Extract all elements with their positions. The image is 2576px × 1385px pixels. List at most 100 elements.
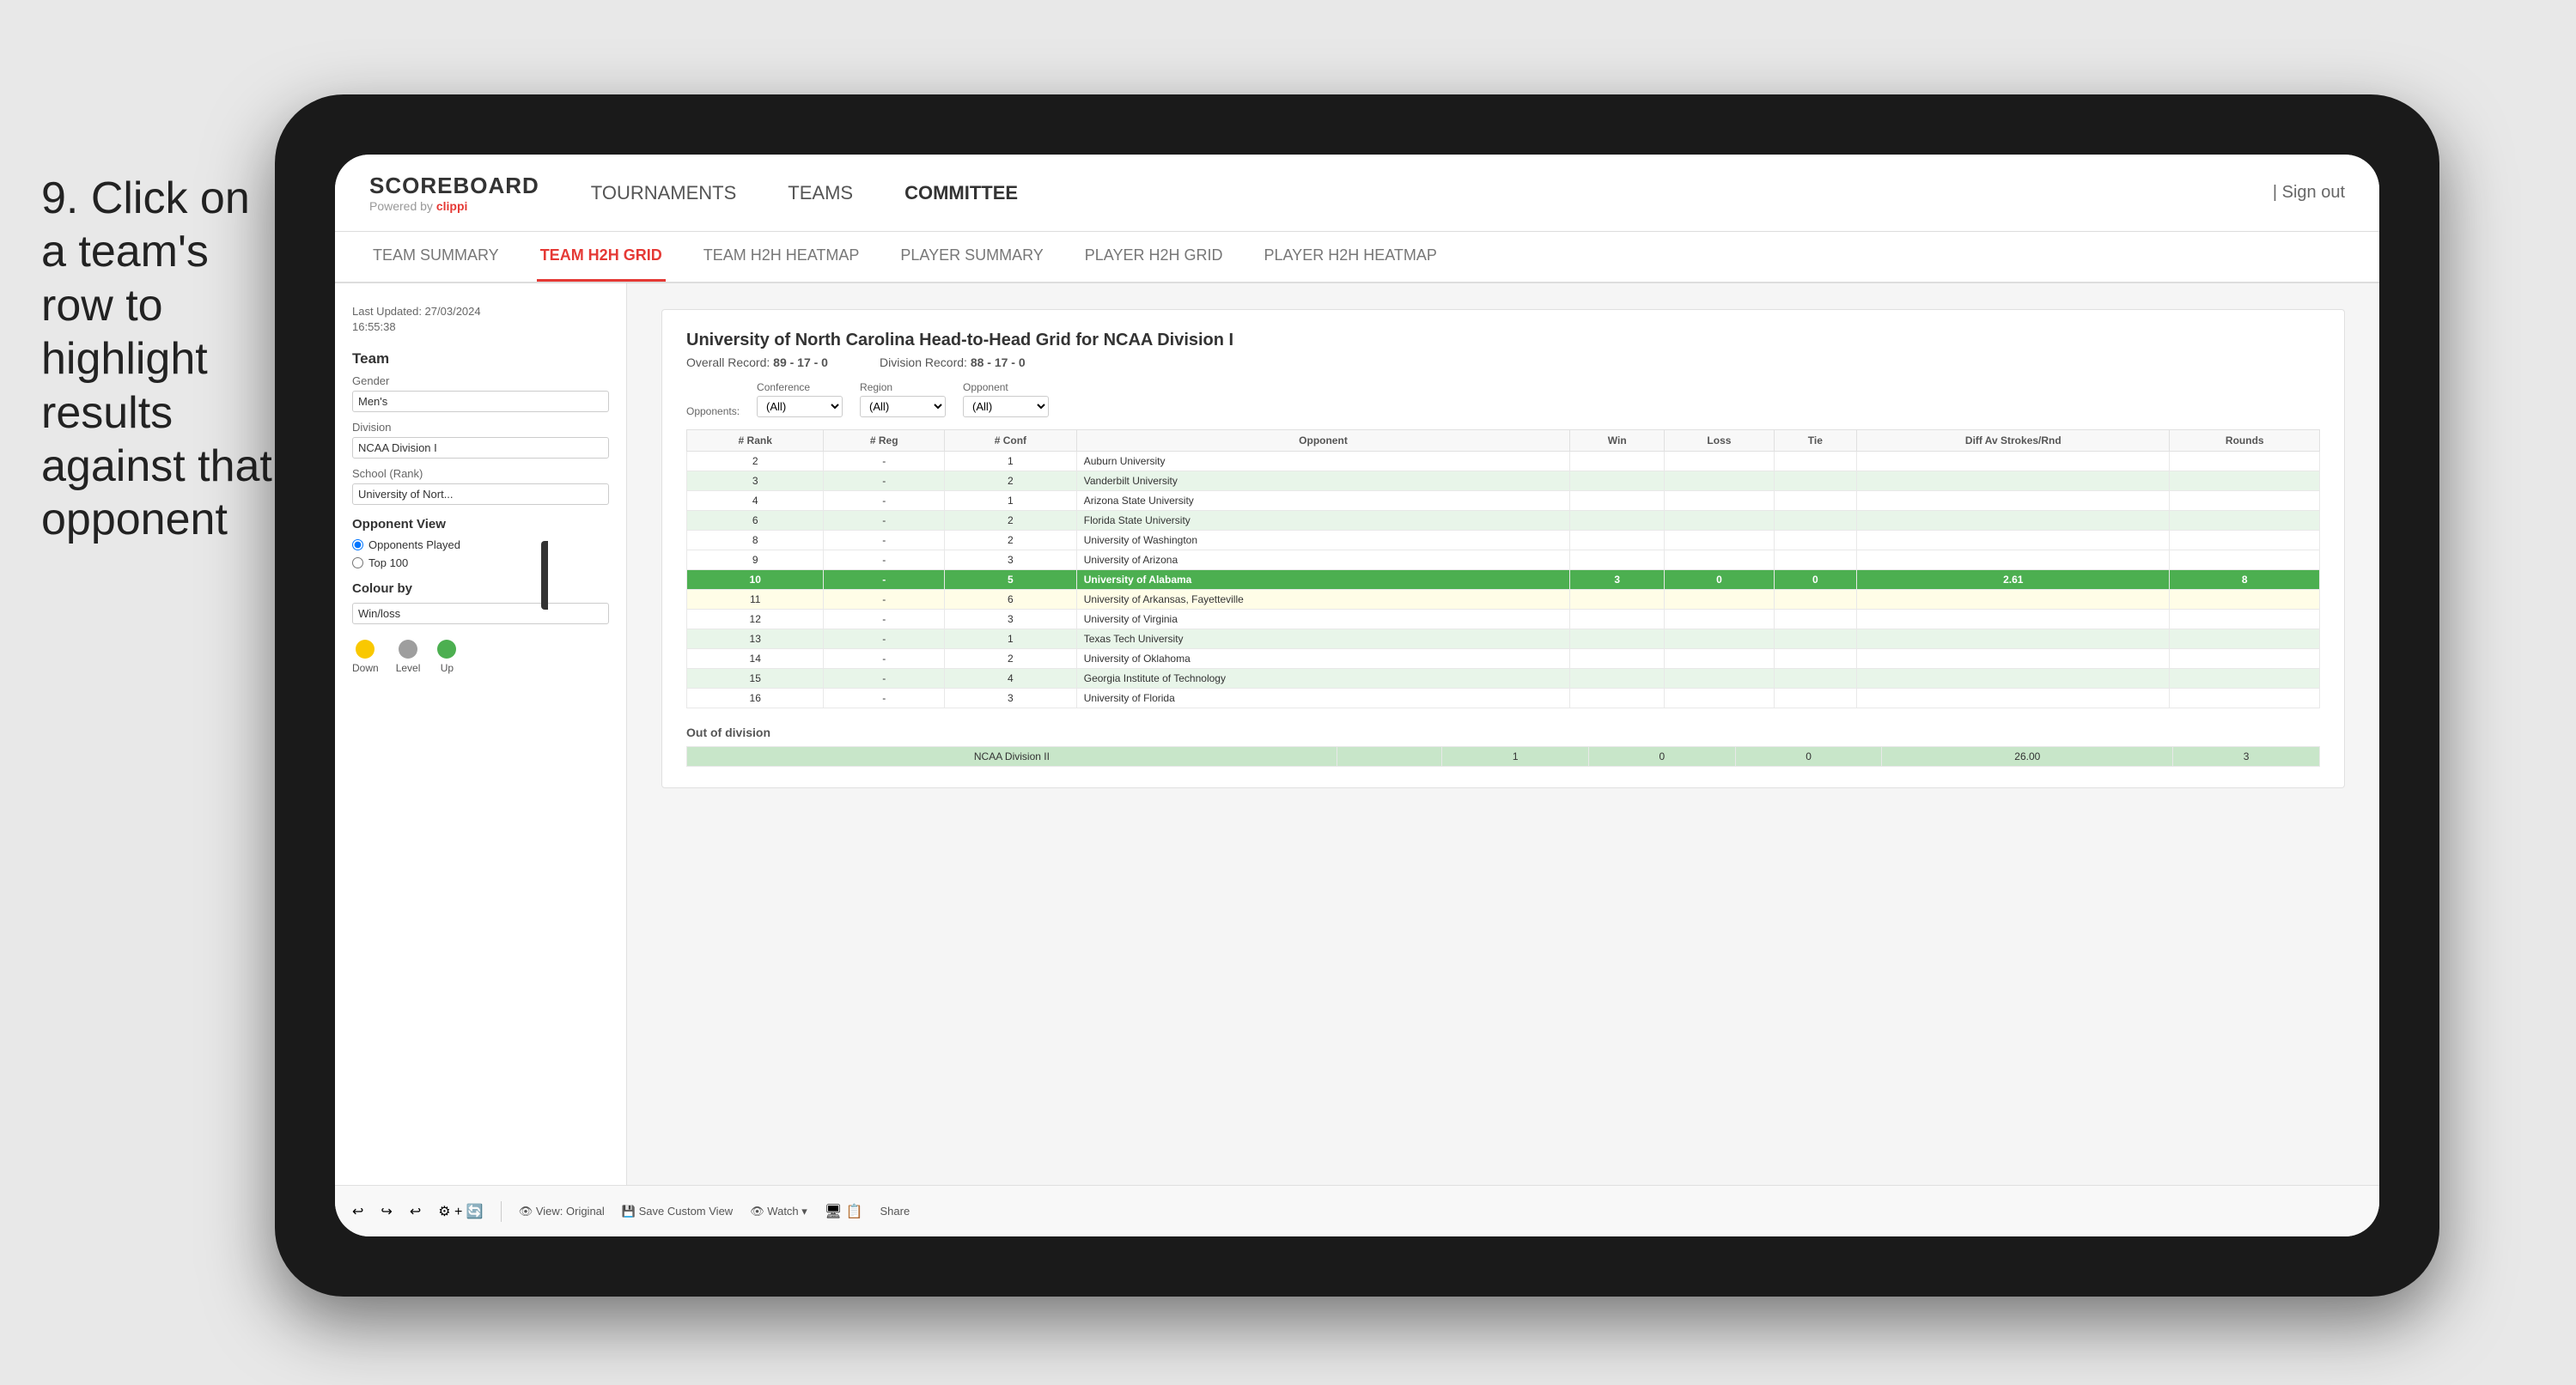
nav-sign-out[interactable]: | Sign out: [2273, 183, 2345, 203]
toolbar-view-original[interactable]: 👁 View: Original: [519, 1205, 605, 1218]
nav-teams[interactable]: TEAMS: [788, 182, 853, 204]
opponent-select[interactable]: (All): [963, 396, 1049, 417]
cell-loss: [1665, 669, 1774, 689]
cell-diff: [1857, 669, 2170, 689]
cell-rounds: [2170, 610, 2320, 629]
toolbar-undo[interactable]: ↩: [352, 1203, 363, 1220]
col-conf: # Conf: [945, 430, 1077, 452]
tablet-screen: SCOREBOARD Powered by clippi TOURNAMENTS…: [335, 155, 2379, 1236]
cell-loss: [1665, 452, 1774, 471]
cell-win: 3: [1570, 570, 1665, 590]
cell-opponent: Arizona State University: [1076, 491, 1570, 511]
bottom-toolbar: ↩ ↪ ↩ ⚙ + 🔄 👁 View: Original 💾 Save Cust…: [335, 1185, 2379, 1236]
col-diff: Diff Av Strokes/Rnd: [1857, 430, 2170, 452]
cell-opponent: Georgia Institute of Technology: [1076, 669, 1570, 689]
table-row[interactable]: 6 - 2 Florida State University: [687, 511, 2320, 531]
cell-diff: [1857, 491, 2170, 511]
team-section-title: Team: [352, 350, 609, 368]
tab-player-h2h-heatmap[interactable]: PLAYER H2H HEATMAP: [1261, 232, 1440, 282]
cell-conf: 2: [945, 471, 1077, 491]
table-row[interactable]: 2 - 1 Auburn University: [687, 452, 2320, 471]
toolbar-watch[interactable]: 👁 Watch ▾: [750, 1205, 807, 1218]
cell-win: [1570, 531, 1665, 550]
cell-conf: 3: [945, 689, 1077, 708]
logo-clippi: clippi: [436, 199, 468, 213]
out-of-div-row[interactable]: NCAA Division II 1 0 0 26.00 3: [687, 747, 2320, 767]
legend-dot-up: [437, 640, 456, 659]
conference-select[interactable]: (All): [757, 396, 843, 417]
tab-team-h2h-heatmap[interactable]: TEAM H2H HEATMAP: [700, 232, 863, 282]
cell-conf: 3: [945, 550, 1077, 570]
cell-rank: 3: [687, 471, 824, 491]
cell-diff: [1857, 610, 2170, 629]
tab-team-h2h-grid[interactable]: TEAM H2H GRID: [537, 232, 666, 282]
logo-scoreboard: SCOREBOARD: [369, 173, 539, 199]
opponents-label: Opponents:: [686, 405, 740, 417]
cell-reg: -: [824, 491, 945, 511]
cell-diff: [1857, 689, 2170, 708]
cell-rounds: [2170, 669, 2320, 689]
table-row[interactable]: 13 - 1 Texas Tech University: [687, 629, 2320, 649]
cell-reg: -: [824, 531, 945, 550]
cell-reg: -: [824, 610, 945, 629]
table-row[interactable]: 10 - 5 University of Alabama 3 0 0 2.61 …: [687, 570, 2320, 590]
cell-rounds: [2170, 550, 2320, 570]
toolbar-save-custom[interactable]: 💾 Save Custom View: [622, 1205, 733, 1218]
tab-player-h2h-grid[interactable]: PLAYER H2H GRID: [1081, 232, 1227, 282]
colour-by-title: Colour by: [352, 581, 609, 596]
cell-win: [1570, 452, 1665, 471]
cell-loss: [1665, 590, 1774, 610]
cell-opponent: University of Virginia: [1076, 610, 1570, 629]
table-row[interactable]: 14 - 2 University of Oklahoma: [687, 649, 2320, 669]
logo-powered: Powered by clippi: [369, 199, 539, 213]
cell-reg: -: [824, 570, 945, 590]
table-row[interactable]: 11 - 6 University of Arkansas, Fayettevi…: [687, 590, 2320, 610]
radio-top-100[interactable]: Top 100: [352, 556, 609, 569]
cell-reg: -: [824, 590, 945, 610]
cell-rank: 15: [687, 669, 824, 689]
scoreboard-title: University of North Carolina Head-to-Hea…: [686, 331, 2320, 350]
cell-opponent: Florida State University: [1076, 511, 1570, 531]
toolbar-undo2[interactable]: ↩: [410, 1203, 421, 1220]
cell-reg: -: [824, 649, 945, 669]
table-row[interactable]: 9 - 3 University of Arizona: [687, 550, 2320, 570]
col-reg: # Reg: [824, 430, 945, 452]
table-row[interactable]: 3 - 2 Vanderbilt University: [687, 471, 2320, 491]
toolbar-redo[interactable]: ↪: [381, 1203, 392, 1220]
cell-win: [1570, 491, 1665, 511]
nav-tournaments[interactable]: TOURNAMENTS: [591, 182, 737, 204]
cell-opponent: Texas Tech University: [1076, 629, 1570, 649]
col-tie: Tie: [1774, 430, 1857, 452]
cell-reg: -: [824, 550, 945, 570]
table-row[interactable]: 8 - 2 University of Washington: [687, 531, 2320, 550]
toolbar-share[interactable]: Share: [880, 1205, 910, 1218]
radio-opponents-played[interactable]: Opponents Played: [352, 538, 609, 551]
cell-rounds: [2170, 511, 2320, 531]
colour-by-select[interactable]: Win/loss: [352, 603, 609, 624]
table-row[interactable]: 16 - 3 University of Florida: [687, 689, 2320, 708]
instruction-text: 9. Click on a team's row to highlight re…: [41, 172, 282, 547]
out-div-empty: [1337, 747, 1441, 767]
cell-win: [1570, 590, 1665, 610]
cell-reg: -: [824, 511, 945, 531]
cell-win: [1570, 669, 1665, 689]
division-select[interactable]: NCAA Division I: [352, 437, 609, 459]
table-row[interactable]: 12 - 3 University of Virginia: [687, 610, 2320, 629]
cell-diff: [1857, 590, 2170, 610]
cell-reg: -: [824, 629, 945, 649]
cell-loss: [1665, 471, 1774, 491]
school-box[interactable]: University of Nort...: [352, 483, 609, 505]
table-row[interactable]: 15 - 4 Georgia Institute of Technology: [687, 669, 2320, 689]
tab-player-summary[interactable]: PLAYER SUMMARY: [897, 232, 1046, 282]
table-row[interactable]: 4 - 1 Arizona State University: [687, 491, 2320, 511]
cell-rounds: [2170, 471, 2320, 491]
nav-committee[interactable]: COMMITTEE: [904, 182, 1018, 204]
gender-select[interactable]: Men's: [352, 391, 609, 412]
cell-rounds: [2170, 649, 2320, 669]
tab-team-summary[interactable]: TEAM SUMMARY: [369, 232, 502, 282]
region-select[interactable]: (All): [860, 396, 946, 417]
cell-rank: 9: [687, 550, 824, 570]
cell-reg: -: [824, 471, 945, 491]
cell-rank: 10: [687, 570, 824, 590]
cell-rounds: [2170, 590, 2320, 610]
